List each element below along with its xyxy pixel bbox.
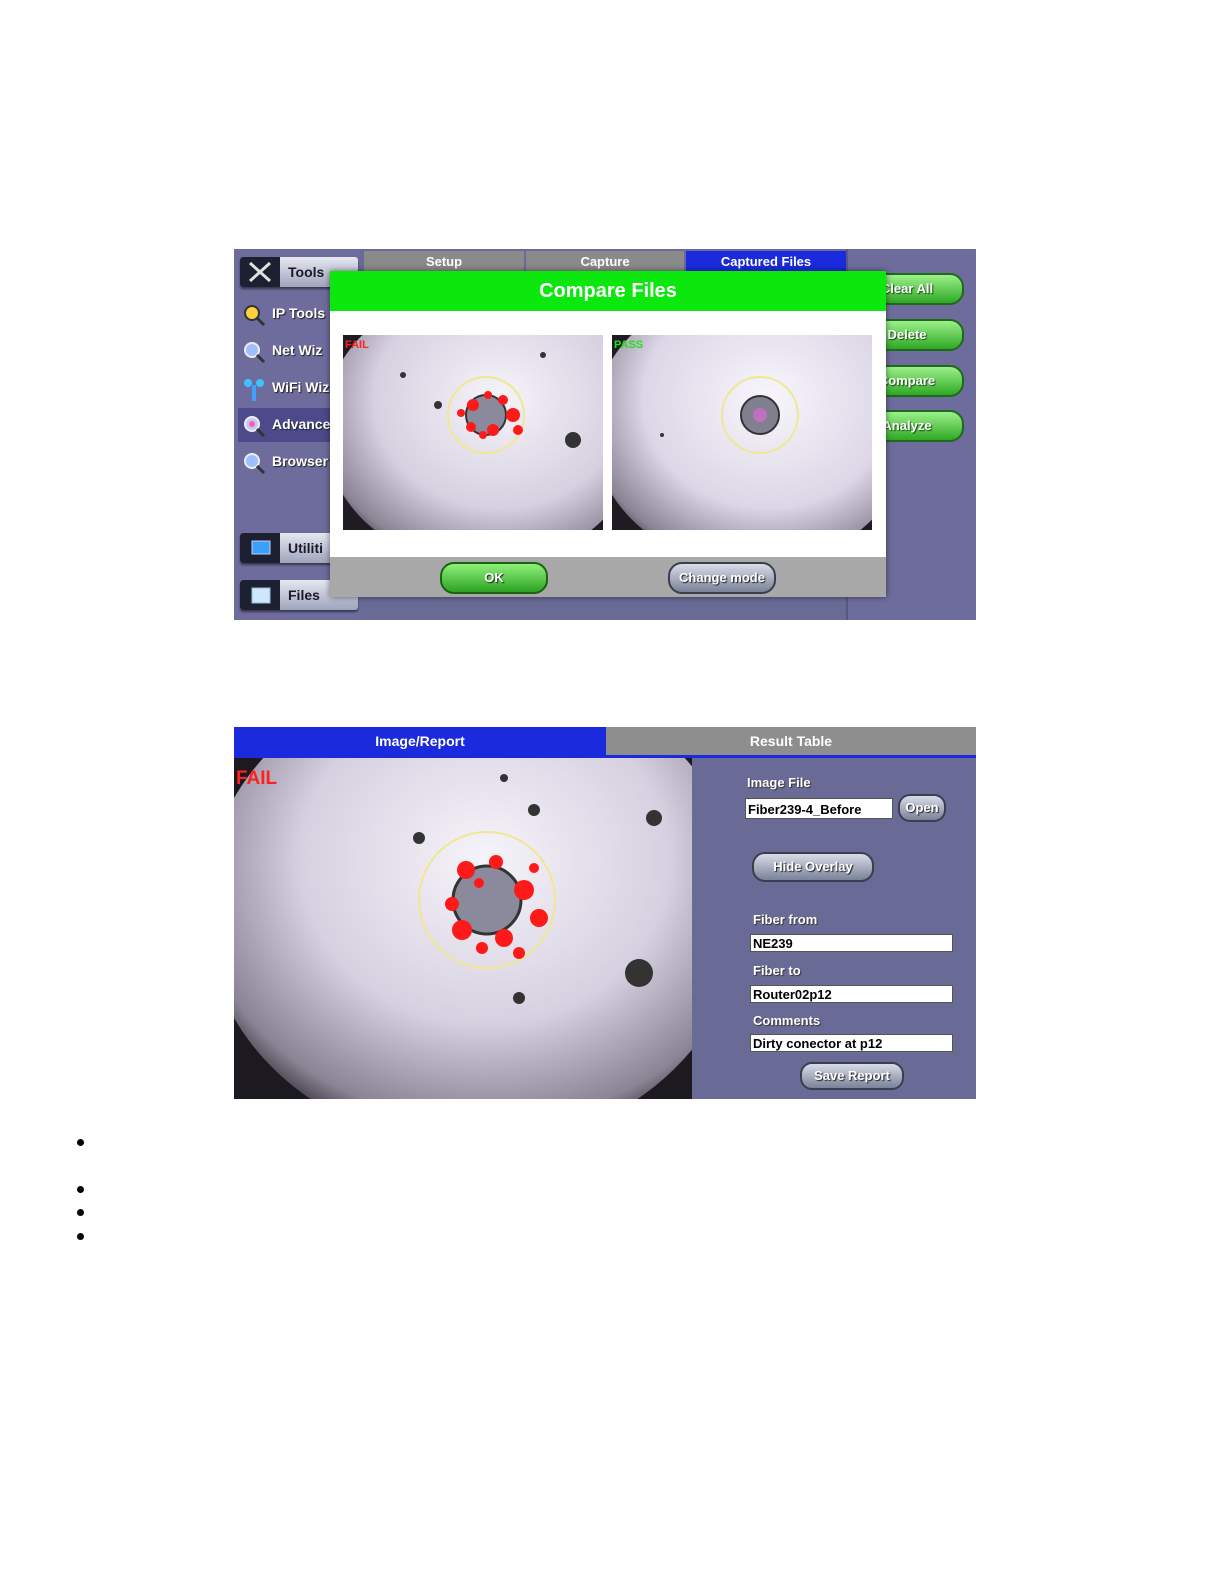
image-file-field[interactable]: Fiber239-4_Before [745, 798, 893, 819]
sidebar-item-label: WiFi Wiz [272, 379, 330, 395]
sidebar-item-label: Net Wiz [272, 342, 323, 358]
tab-capture[interactable]: Capture [526, 251, 684, 273]
bullet-point [77, 1139, 84, 1146]
folder-icon [240, 580, 280, 610]
fiber-image-fail: FAIL [343, 335, 603, 530]
fiber-image-pass: PASS [612, 335, 872, 530]
tab-image-report[interactable]: Image/Report [234, 727, 606, 755]
top-tabs: Setup Capture Captured Files [364, 249, 846, 273]
save-report-button[interactable]: Save Report [800, 1062, 904, 1090]
tools-label: Tools [288, 264, 325, 280]
network-magnifier-icon [242, 340, 266, 364]
dialog-title: Compare Files [330, 271, 886, 311]
monitor-icon [240, 533, 280, 563]
ok-button[interactable]: OK [440, 562, 548, 594]
magnifier-icon [242, 303, 266, 327]
fiber-to-label: Fiber to [753, 963, 801, 978]
fiber-endface-pass-image [612, 335, 872, 530]
image-report-screenshot: Image/Report Result Table FAIL Image Fil… [234, 727, 976, 1099]
files-label: Files [288, 587, 320, 603]
fiber-endface-fail-image [343, 335, 603, 530]
fiber-image-report: FAIL [234, 758, 692, 1099]
image-file-label: Image File [747, 775, 811, 790]
report-form: Image File Fiber239-4_Before Open Hide O… [728, 758, 976, 1099]
fail-label: FAIL [345, 339, 369, 351]
tab-setup[interactable]: Setup [364, 251, 524, 273]
sidebar-item-label: IP Tools [272, 305, 326, 321]
utilities-label: Utiliti [288, 540, 323, 556]
change-mode-button[interactable]: Change mode [668, 562, 776, 594]
compare-files-dialog: Compare Files FAIL PASS OK Change mode [330, 271, 886, 597]
bullet-point [77, 1186, 84, 1193]
sidebar-item-label: Advance [272, 416, 331, 432]
open-button[interactable]: Open [898, 794, 946, 822]
tools-icon [240, 257, 280, 287]
tab-captured-files[interactable]: Captured Files [686, 251, 846, 273]
fail-label: FAIL [236, 768, 278, 789]
browser-magnifier-icon [242, 451, 266, 475]
fiber-endface-large-image [234, 758, 692, 1099]
fiber-from-label: Fiber from [753, 912, 818, 927]
pass-label: PASS [614, 339, 644, 351]
fiber-from-field[interactable]: NE239 [750, 934, 953, 952]
wifi-antenna-icon [242, 377, 266, 401]
comments-label: Comments [753, 1013, 821, 1028]
compare-files-screenshot: Tools IP Tools Net Wiz WiFi Wiz Advance … [234, 249, 976, 620]
sidebar-item-label: Browser [272, 453, 329, 469]
comments-field[interactable]: Dirty conector at p12 [750, 1034, 953, 1052]
hide-overlay-button[interactable]: Hide Overlay [752, 852, 874, 882]
bullet-point [77, 1209, 84, 1216]
fiber-to-field[interactable]: Router02p12 [750, 985, 953, 1003]
tab-result-table[interactable]: Result Table [606, 727, 976, 755]
report-tabs: Image/Report Result Table [234, 727, 976, 757]
advanced-magnifier-icon [242, 414, 266, 438]
bullet-point [77, 1233, 84, 1240]
dialog-footer: OK Change mode [330, 557, 886, 597]
